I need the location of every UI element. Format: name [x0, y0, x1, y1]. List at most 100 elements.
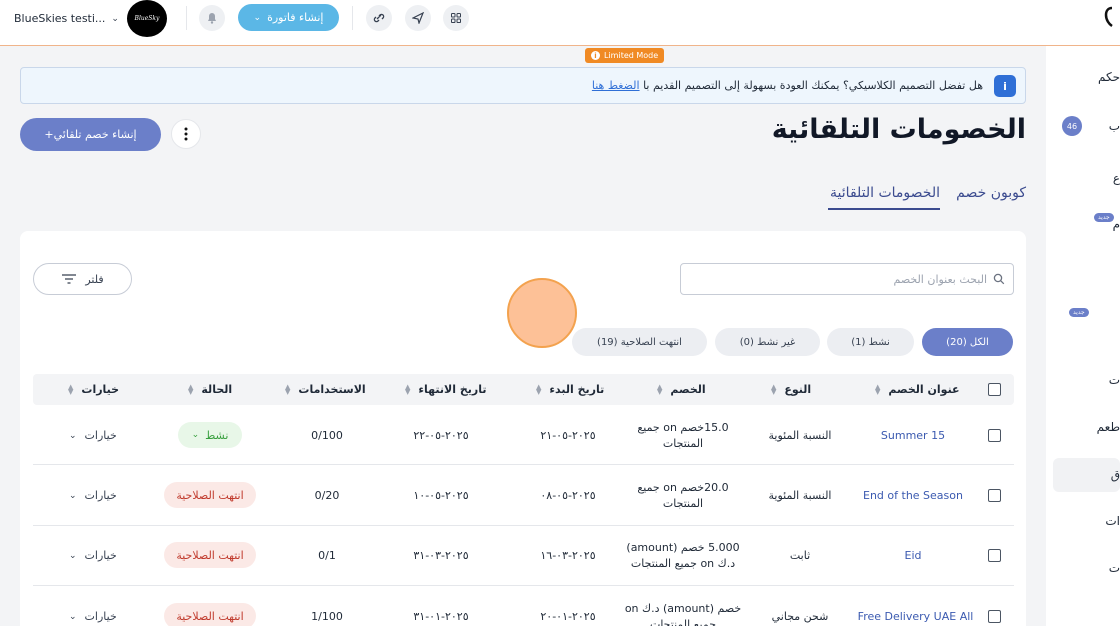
start-date: ٢٠٢٥-٠٥-٢١ [540, 429, 596, 442]
column-header-options[interactable]: خيارات ▲ ▼ [68, 383, 119, 396]
discount-type: النسبة المئوية [768, 489, 832, 502]
bell-icon [208, 13, 216, 24]
sort-icon: ▲ ▼ [285, 382, 291, 396]
sort-icon: ▲ ▼ [405, 382, 411, 396]
discount-value: خصم (amount) د.ك on جميع المنتجات [624, 602, 742, 626]
chevron-down-icon: ⌄ [69, 550, 77, 561]
search-input[interactable] [697, 270, 987, 288]
status-pill-expired[interactable]: انتهت الصلاحية (19) [572, 328, 707, 356]
send-button[interactable] [405, 5, 431, 31]
apps-button[interactable] [443, 5, 469, 31]
status-badge: انتهت الصلاحية [164, 542, 256, 568]
discount-title[interactable]: Eid [853, 549, 973, 562]
sort-icon: ▲ ▼ [771, 382, 777, 396]
chevron-down-icon: ⌄ [111, 13, 119, 24]
sidebar-item[interactable]: ع [1113, 171, 1120, 185]
pointer-highlight [507, 278, 577, 348]
sidebar [1046, 46, 1120, 626]
discount-title[interactable]: Summer 15 [853, 429, 973, 442]
row-options-dropdown[interactable]: خيارات ⌄ [69, 489, 117, 502]
link-button[interactable] [366, 5, 392, 31]
more-options-button[interactable] [171, 119, 201, 149]
page-title: الخصومات التلقائية [771, 114, 1026, 145]
end-date: ٢٠٢٥-٠١-٣١ [413, 610, 469, 623]
row-checkbox[interactable] [988, 549, 1001, 562]
status-badge: انتهت الصلاحية [164, 603, 256, 626]
notifications-button[interactable] [199, 5, 225, 31]
sidebar-item-discounts[interactable]: ق [1111, 468, 1120, 482]
sidebar-item[interactable]: ت [1109, 373, 1120, 387]
start-date: ٢٠٢٥-٠٥-٠٨ [540, 489, 596, 502]
end-date: ٢٠٢٥-٠٥-٢٢ [413, 429, 469, 442]
discount-value: 15.0خصم on جميع المنتجات [637, 421, 729, 450]
sidebar-item[interactable]: حكم [1098, 70, 1120, 84]
usage-count: 0/1 [318, 549, 336, 562]
status-pill-inactive[interactable]: غير نشط (0) [715, 328, 820, 356]
table-row[interactable]: Free Delivery UAE All شحن مجاني خصم (amo… [33, 586, 1014, 626]
filter-icon [62, 274, 77, 284]
discount-value: 20.0خصم on جميع المنتجات [637, 481, 729, 510]
sort-icon: ▲ ▼ [188, 382, 194, 396]
discount-title[interactable]: End of the Season [853, 489, 973, 502]
column-header-title[interactable]: عنوان الخصم ▲ ▼ [875, 383, 960, 396]
limited-mode-badge: i Limited Mode [585, 48, 665, 63]
end-date: ٢٠٢٥-٠٣-٣١ [413, 549, 469, 562]
info-icon: i [591, 51, 600, 60]
table-row[interactable]: Eid ثابت 5.000 خصم (amount) د.ك on جميع ا… [33, 526, 1014, 586]
end-date: ٢٠٢٥-٠٥-١٠ [413, 489, 469, 502]
store-switcher[interactable]: BlueSkies testi... ⌄ [14, 12, 119, 25]
status-pill-all[interactable]: الكل (20) [922, 328, 1013, 356]
sidebar-item[interactable]: ت [1109, 561, 1120, 575]
status-badge: نشط ⌄ [178, 422, 242, 448]
discount-type: شحن مجاني [771, 610, 829, 623]
table-row[interactable]: End of the Season النسبة المئوية 20.0خصم… [33, 466, 1014, 526]
start-date: ٢٠٢٥-٠٣-١٦ [540, 549, 596, 562]
active-tab-underline [828, 208, 940, 210]
status-pill-active[interactable]: نشط (1) [827, 328, 914, 356]
column-header-end-date[interactable]: تاريخ الانتهاء ▲ ▼ [405, 383, 486, 396]
row-checkbox[interactable] [988, 429, 1001, 442]
column-header-type[interactable]: النوع ▲ ▼ [771, 383, 811, 396]
store-name: BlueSkies testi... [14, 12, 106, 25]
search-icon [993, 273, 1005, 285]
new-badge: جديد [1069, 308, 1089, 317]
filter-button[interactable]: فلتر [33, 263, 132, 295]
chevron-down-icon: ⌄ [69, 430, 77, 441]
sidebar-item[interactable]: ب [1109, 119, 1120, 133]
row-options-dropdown[interactable]: خيارات ⌄ [69, 610, 117, 623]
brand-logo-icon[interactable] [1104, 6, 1120, 28]
column-header-usage[interactable]: الاستخدامات ▲ ▼ [285, 383, 366, 396]
sidebar-item[interactable]: ات [1105, 514, 1120, 528]
tab-coupon-discount[interactable]: كوبون خصم [956, 185, 1026, 201]
discount-type: النسبة المئوية [768, 429, 832, 442]
sort-icon: ▲ ▼ [657, 382, 663, 396]
column-header-start-date[interactable]: تاريخ البدء ▲ ▼ [536, 383, 604, 396]
column-header-discount[interactable]: الخصم ▲ ▼ [657, 383, 706, 396]
store-avatar[interactable]: BlueSky [127, 0, 167, 37]
tab-auto-discounts[interactable]: الخصومات التلقائية [830, 185, 940, 201]
row-checkbox[interactable] [988, 610, 1001, 623]
discount-title[interactable]: Free Delivery UAE All [853, 610, 978, 623]
select-all-checkbox[interactable] [988, 383, 1001, 396]
create-auto-discount-button[interactable]: +إنشاء خصم تلقائي [20, 118, 161, 151]
sort-icon: ▲ ▼ [68, 382, 74, 396]
top-bar: BlueSkies testi... ⌄ BlueSky ⌄ إنشاء فات… [0, 0, 1120, 46]
status-badge: انتهت الصلاحية [164, 482, 256, 508]
usage-count: 0/100 [311, 429, 343, 442]
discount-value: 5.000 خصم (amount) د.ك on جميع المنتجات [626, 541, 740, 570]
chevron-down-icon: ⌄ [253, 12, 262, 23]
chevron-down-icon: ⌄ [69, 490, 77, 501]
search-box [680, 263, 1014, 295]
sidebar-item[interactable]: طعم [1097, 420, 1120, 434]
classic-design-link[interactable]: الضغط هنا [592, 79, 640, 92]
row-options-dropdown[interactable]: خيارات ⌄ [69, 429, 117, 442]
table-row[interactable]: Summer 15 النسبة المئوية 15.0خصم on جميع… [33, 405, 1014, 465]
table-header: عنوان الخصم ▲ ▼ النوع ▲ ▼ الخصم ▲ ▼ تاريخ البد… [33, 374, 1014, 405]
column-header-status[interactable]: الحالة ▲ ▼ [188, 383, 232, 396]
row-checkbox[interactable] [988, 489, 1001, 502]
banner-text: هل تفضل التصميم الكلاسيكي؟ يمكنك العودة … [591, 79, 983, 92]
create-invoice-button[interactable]: ⌄ إنشاء فاتورة [238, 4, 339, 31]
row-options-dropdown[interactable]: خيارات ⌄ [69, 549, 117, 562]
grid-icon [451, 13, 461, 23]
info-icon: i [994, 75, 1016, 97]
